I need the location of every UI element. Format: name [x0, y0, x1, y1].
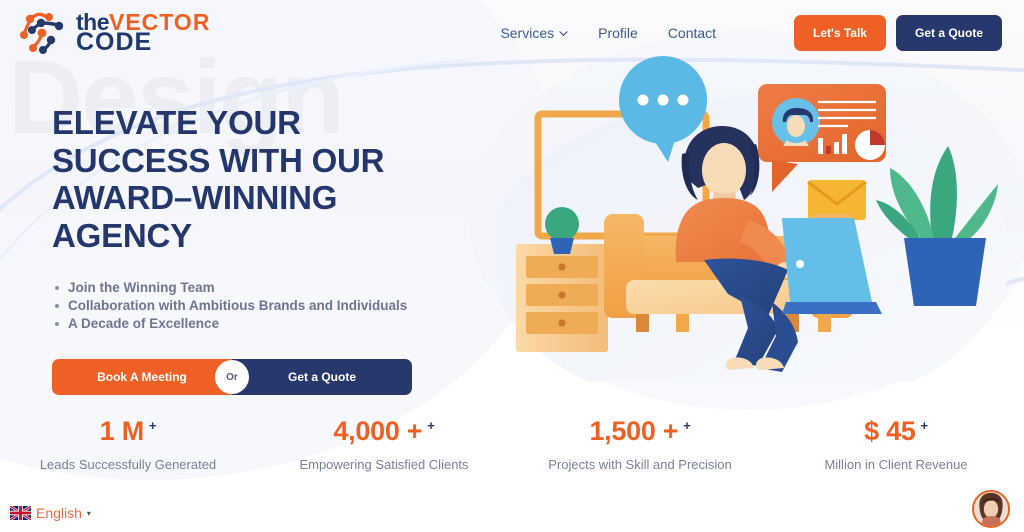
- stat-superscript: +: [683, 418, 691, 433]
- language-selector[interactable]: English ▾: [10, 505, 91, 521]
- stat-number: 1,500 + +: [589, 418, 690, 445]
- nav-item-services-label: Services: [500, 25, 555, 41]
- brand-logo-text: theVECTOR CODE: [76, 10, 210, 57]
- avatar: [974, 492, 1008, 526]
- cta-divider-or: Or: [217, 362, 247, 393]
- stat-card-clients: 4,000 + + Empowering Satisfied Clients: [256, 418, 512, 473]
- hero-illustration: [490, 52, 1024, 417]
- headline-line-3: AWARD–WINNING: [52, 179, 338, 217]
- list-item: A Decade of Excellence: [52, 315, 522, 333]
- site-header: theVECTOR CODE Services Profile Contact …: [0, 0, 1024, 66]
- stats-row: 1 M + Leads Successfully Generated 4,000 …: [0, 416, 1024, 473]
- stat-number-value: $ 45: [864, 416, 916, 446]
- hero-cta-group: Book A Meeting Get a Quote Or: [52, 359, 412, 396]
- stat-label: Million in Client Revenue: [824, 457, 968, 472]
- stat-label: Leads Successfully Generated: [39, 457, 217, 472]
- header-actions: Let's Talk Get a Quote: [794, 15, 1002, 51]
- stat-card-projects: 1,500 + + Projects with Skill and Precisi…: [512, 418, 768, 473]
- lets-talk-button[interactable]: Let's Talk: [794, 15, 886, 51]
- stat-card-revenue: $ 45 + Million in Client Revenue: [768, 418, 1024, 473]
- headline-line-1: ELEVATE YOUR: [52, 104, 301, 141]
- headline-line-4: AGENCY: [52, 216, 192, 254]
- nav-item-profile[interactable]: Profile: [598, 25, 638, 41]
- nav-item-contact[interactable]: Contact: [668, 25, 716, 41]
- stat-number: 4,000 + +: [333, 418, 434, 445]
- nav-item-contact-label: Contact: [667, 25, 717, 41]
- uk-flag-icon: [10, 506, 31, 520]
- nav-item-services[interactable]: Services: [500, 25, 568, 41]
- nav-item-profile-label: Profile: [598, 25, 638, 41]
- get-a-quote-header-button[interactable]: Get a Quote: [895, 15, 1002, 51]
- stat-number-value: 1,500 +: [589, 416, 679, 446]
- chat-support-avatar[interactable]: [972, 490, 1010, 528]
- stat-number-value: 1 M: [99, 416, 144, 446]
- stat-label: Empowering Satisfied Clients: [299, 457, 469, 472]
- stat-label: Projects with Skill and Precision: [548, 457, 732, 472]
- network-nodes-logo-icon: [20, 12, 64, 54]
- book-a-meeting-button[interactable]: Book A Meeting: [52, 359, 232, 396]
- get-a-quote-button[interactable]: Get a Quote: [232, 359, 412, 396]
- dresser-decor: [516, 244, 608, 352]
- stat-card-leads: 1 M + Leads Successfully Generated: [0, 416, 256, 473]
- chevron-down-icon: [559, 30, 568, 36]
- stat-superscript: +: [427, 418, 435, 433]
- page-root: Design theVECTOR CODE Services Profile C…: [0, 0, 1024, 532]
- stat-superscript: +: [920, 418, 929, 433]
- list-item: Join the Winning Team: [52, 279, 522, 297]
- pie-chart-glyph: [855, 130, 885, 160]
- brand-logo-line2: CODE: [76, 28, 153, 57]
- brand-logo[interactable]: theVECTOR CODE: [18, 10, 210, 56]
- list-item: Collaboration with Ambitious Brands and …: [52, 297, 522, 315]
- hero-bullet-list: Join the Winning Team Collaboration with…: [52, 279, 522, 333]
- woman-on-sofa-with-laptop-illustration: [490, 56, 1010, 417]
- stat-number: $ 45 +: [864, 418, 928, 445]
- headline-line-2: SUCCESS WITH OUR: [52, 141, 385, 179]
- chevron-down-icon: ▾: [86, 508, 91, 518]
- stat-number-value: 4,000 +: [333, 416, 423, 446]
- hero-content: ELEVATE YOUR SUCCESS WITH OUR AWARD–WINN…: [52, 104, 522, 396]
- main-navigation: Services Profile Contact: [500, 25, 716, 41]
- stat-superscript: +: [148, 418, 157, 433]
- language-label: English: [36, 505, 82, 521]
- page-title: ELEVATE YOUR SUCCESS WITH OUR AWARD–WINN…: [52, 104, 522, 254]
- stat-number: 1 M +: [99, 416, 157, 446]
